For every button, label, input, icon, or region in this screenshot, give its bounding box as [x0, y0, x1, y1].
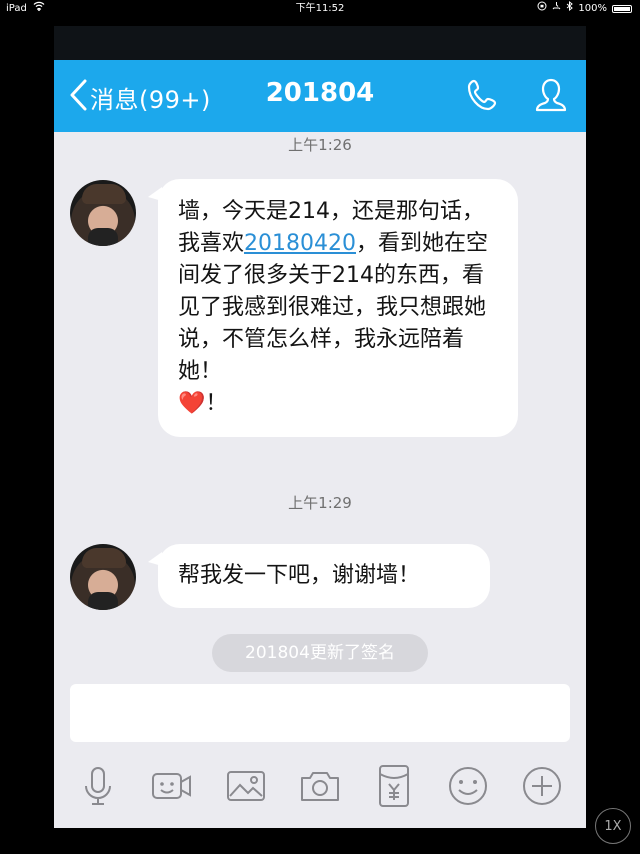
avatar[interactable]	[70, 180, 136, 246]
plus-icon[interactable]	[518, 762, 566, 810]
message-input[interactable]	[70, 684, 570, 742]
chevron-left-icon	[68, 78, 88, 116]
playback-speed-button[interactable]: 1X	[595, 808, 631, 844]
back-button[interactable]: 消息(99+)	[68, 78, 211, 116]
bluetooth-icon	[566, 0, 574, 18]
message-suffix: ！	[205, 391, 228, 416]
message-bubble[interactable]: 帮我发一下吧，谢谢墙！	[148, 544, 490, 608]
red-packet-icon[interactable]	[370, 762, 418, 810]
battery-icon	[612, 5, 632, 13]
heart-emoji: ❤️	[178, 391, 206, 416]
microphone-icon[interactable]	[74, 762, 122, 810]
input-toolbar	[54, 752, 586, 820]
chat-window: 消息(99+) 201804 上午1:26 墙，今天是214，还是那句话，我喜欢…	[54, 26, 586, 828]
video-call-icon[interactable]	[148, 762, 196, 810]
system-notice: 201804更新了签名	[212, 634, 428, 672]
message-timestamp: 上午1:29	[288, 494, 352, 512]
camera-icon[interactable]	[296, 762, 344, 810]
emoji-icon[interactable]	[444, 762, 492, 810]
status-right: 100%	[537, 0, 632, 18]
phone-call-icon[interactable]	[464, 76, 502, 114]
message-timestamp: 上午1:26	[288, 136, 352, 154]
profile-icon[interactable]	[532, 76, 570, 114]
orientation-lock-icon	[537, 0, 547, 18]
back-label: 消息(99+)	[90, 85, 211, 114]
battery-percent: 100%	[578, 3, 607, 14]
nav-bar: 消息(99+) 201804	[54, 60, 586, 132]
phone-top-strip	[54, 26, 586, 60]
avatar[interactable]	[70, 544, 136, 610]
status-bar: iPad 下午11:52 100%	[0, 0, 640, 18]
image-icon[interactable]	[222, 762, 270, 810]
alarm-icon	[552, 0, 561, 18]
message-link[interactable]: 20180420	[244, 231, 356, 256]
message-text: 帮我发一下吧，谢谢墙！	[178, 563, 421, 588]
message-bubble[interactable]: 墙，今天是214，还是那句话，我喜欢20180420，看到她在空间发了很多关于2…	[148, 179, 518, 437]
